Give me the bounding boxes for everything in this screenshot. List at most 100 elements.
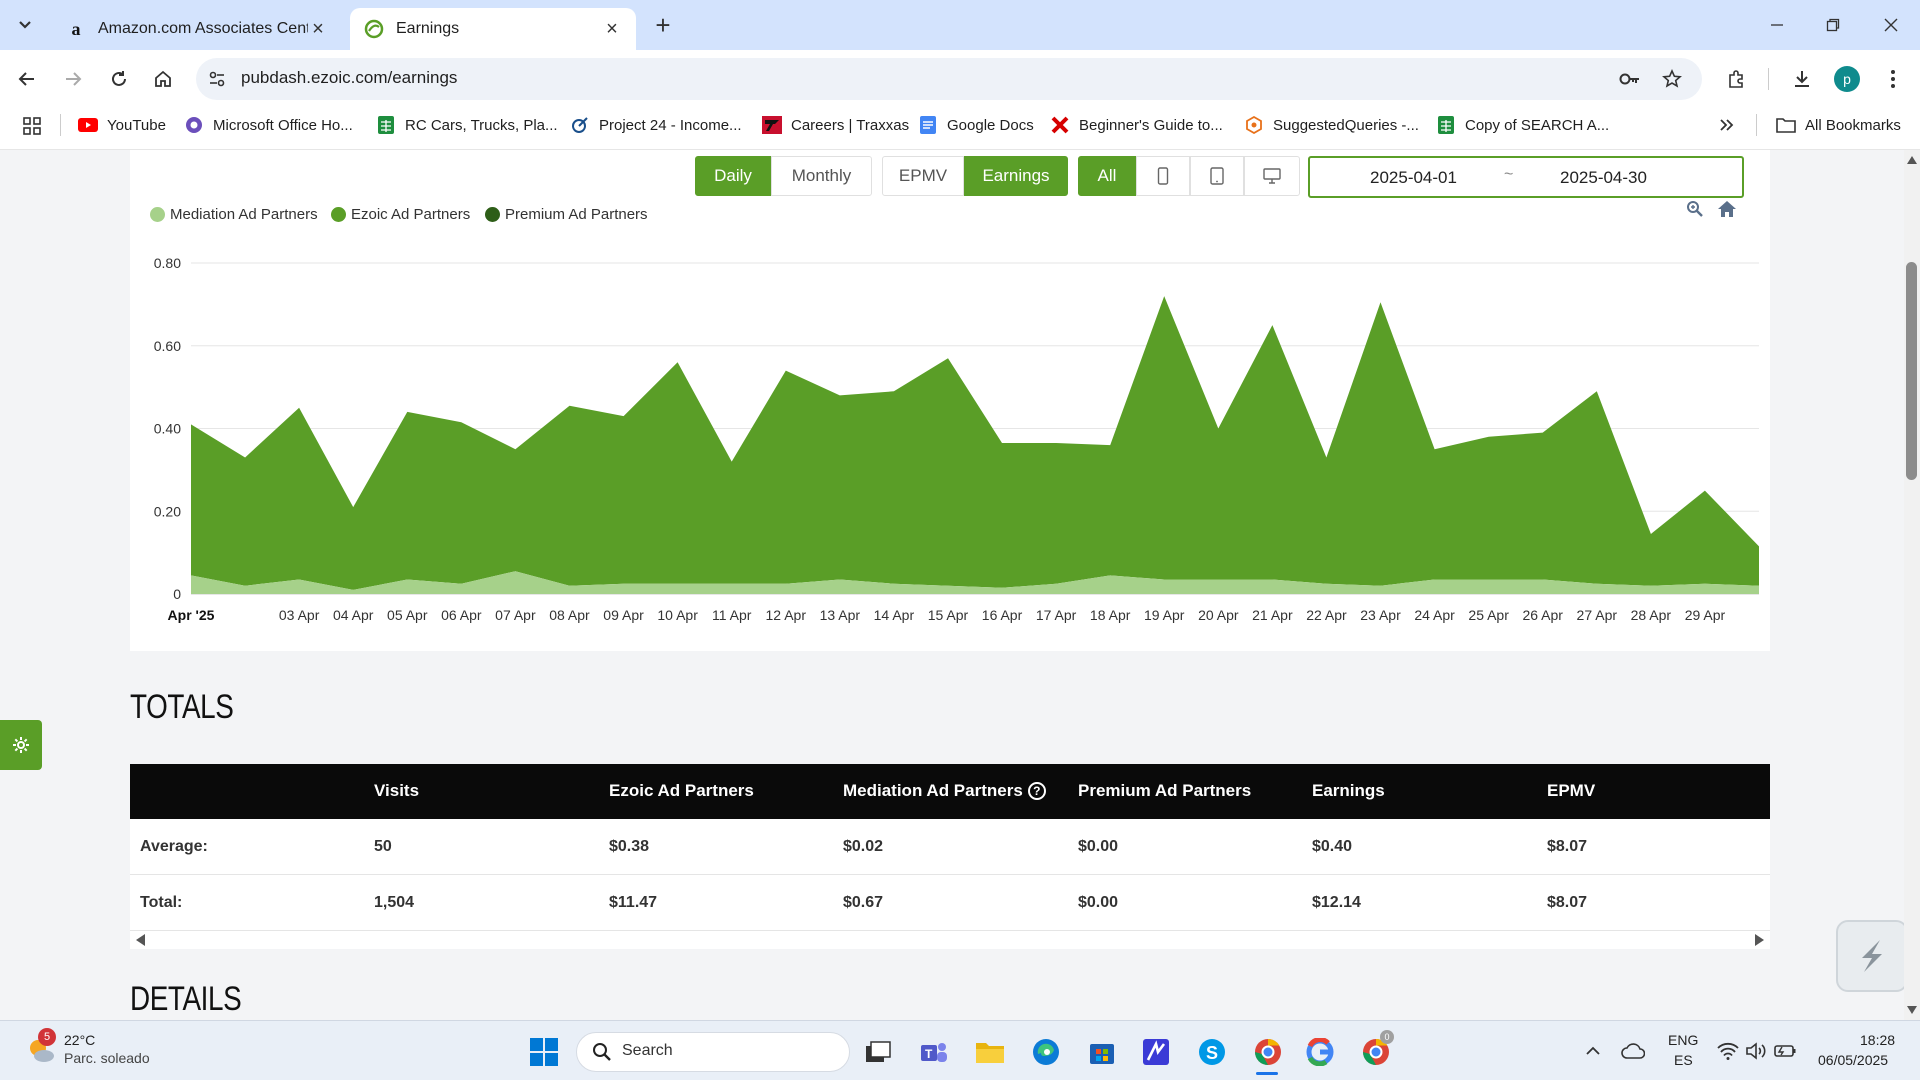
scrollbar-thumb[interactable] [1906,262,1917,480]
table-horizontal-scrollbar[interactable] [130,931,1770,949]
sheets-icon [376,115,396,135]
desktop-icon [1263,168,1281,184]
clock-date[interactable]: 06/05/2025 [1818,1052,1888,1068]
mobile-device-button[interactable] [1136,156,1190,196]
downloads-icon[interactable] [1788,66,1816,92]
chrome-profile-icon[interactable] [1250,1034,1286,1070]
bookmark-google-docs[interactable]: Google Docs [918,113,1034,137]
home-button[interactable] [148,64,178,94]
bookmark-label: Project 24 - Income... [599,116,742,134]
close-window-button[interactable] [1876,10,1906,40]
language-top[interactable]: ENG [1668,1032,1698,1048]
restore-button[interactable] [1818,10,1848,40]
desktop-device-button[interactable] [1244,156,1300,196]
tab-title: Amazon.com Associates Central [98,20,308,37]
y-tick-label: 0.60 [154,338,181,354]
clock-time[interactable]: 18:28 [1860,1032,1895,1048]
bookmark-rc-cars[interactable]: RC Cars, Trucks, Pla... [376,113,558,137]
cell-visits: 1,504 [374,894,415,911]
help-question-icon[interactable]: ? [1027,782,1046,800]
bookmarks-divider [1756,114,1757,136]
start-windows-icon[interactable] [526,1034,562,1070]
x-tick-label: 21 Apr [1252,607,1293,623]
back-button[interactable] [12,64,42,94]
bookmarks-overflow-icon[interactable] [1716,114,1738,136]
scroll-down-arrow-icon[interactable] [1906,1004,1918,1016]
teams-icon[interactable]: T [918,1036,950,1068]
page-content: Daily Monthly EPMV Earnings All 2025-04-… [0,150,1904,1020]
profile-avatar[interactable]: p [1834,66,1860,92]
docs-icon [918,115,938,135]
date-start[interactable]: 2025-04-01 [1370,168,1457,188]
close-icon[interactable]: × [308,18,328,40]
tab-amazon-associates[interactable]: a Amazon.com Associates Central × [52,8,342,50]
google-icon[interactable] [1304,1036,1336,1068]
bookmark-project-24[interactable]: Project 24 - Income... [570,113,742,137]
wifi-icon[interactable] [1716,1040,1740,1062]
monthly-button[interactable]: Monthly [771,156,872,196]
forward-button[interactable] [58,64,88,94]
battery-icon[interactable] [1772,1040,1798,1062]
microsoft-store-icon[interactable] [1086,1036,1118,1068]
home-icon [155,70,171,87]
all-bookmarks[interactable]: All Bookmarks [1776,113,1901,137]
bookmark-label: SuggestedQueries -... [1273,116,1419,134]
bookmark-copy-of-search[interactable]: Copy of SEARCH A... [1436,113,1609,137]
scroll-up-arrow-icon[interactable] [1906,154,1918,166]
bookmark-youtube[interactable]: YouTube [78,113,166,137]
url-text[interactable]: pubdash.ezoic.com/earnings [241,68,457,88]
date-end[interactable]: 2025-04-30 [1560,168,1647,188]
epmv-button[interactable]: EPMV [882,156,964,196]
power-automate-icon[interactable] [1140,1036,1172,1068]
bookmark-traxxas[interactable]: Careers | Traxxas [762,113,909,137]
bookmark-star-icon[interactable] [1658,66,1686,92]
task-view-icon[interactable] [862,1036,894,1068]
gear-icon [13,737,29,753]
cell-mediation: $0.67 [843,894,884,911]
x-tick-label: 03 Apr [279,607,320,623]
show-hidden-icons-chevron[interactable] [1582,1040,1604,1062]
daily-button[interactable]: Daily [695,156,771,196]
language-bottom[interactable]: ES [1674,1052,1693,1068]
bookmark-office[interactable]: Microsoft Office Ho... [184,113,353,137]
taskbar-search-box[interactable] [576,1032,850,1072]
floating-extension-button[interactable] [1836,920,1904,992]
y-tick-label: 0.40 [154,421,181,437]
new-tab-button[interactable]: + [650,10,676,40]
close-icon[interactable]: × [602,18,622,40]
settings-floating-button[interactable] [0,720,42,770]
minimize-button[interactable] [1762,10,1792,40]
arrow-right-icon [66,72,82,86]
volume-icon[interactable] [1744,1040,1768,1062]
taskbar-search-placeholder[interactable]: Search [622,1042,673,1060]
scroll-left-arrow-icon[interactable] [134,933,148,947]
reset-zoom-home-icon[interactable] [1716,198,1738,220]
tab-earnings[interactable]: Earnings × [350,8,636,50]
extensions-icon[interactable] [1722,66,1750,92]
bookmark-suggestedqueries[interactable]: SuggestedQueries -... [1244,113,1419,137]
edge-browser-icon[interactable] [1030,1036,1062,1068]
x-tick-label: 25 Apr [1468,607,1509,623]
onedrive-cloud-icon[interactable] [1620,1040,1646,1062]
bookmark-label: Copy of SEARCH A... [1465,116,1610,134]
bookmark-label: RC Cars, Trucks, Pla... [405,116,558,134]
reload-button[interactable] [104,64,134,94]
scroll-right-arrow-icon[interactable] [1752,933,1766,947]
area-series-ezoic-ad-partners[interactable] [191,296,1759,590]
all-devices-button[interactable]: All [1078,156,1136,196]
more-menu-icon[interactable] [1880,66,1906,92]
site-info-icon[interactable] [204,66,230,92]
y-tick-label: 0.20 [154,503,181,519]
password-key-icon[interactable] [1616,66,1644,92]
tablet-device-button[interactable] [1190,156,1244,196]
bookmark-beginners-guide[interactable]: Beginner's Guide to... [1050,113,1223,137]
apps-grid-icon[interactable] [20,114,44,138]
zoom-icon[interactable] [1684,198,1706,220]
skype-icon[interactable]: S [1196,1036,1228,1068]
tab-search-button[interactable] [10,12,40,38]
date-separator: ~ [1504,166,1514,183]
earnings-button[interactable]: Earnings [964,156,1068,196]
column-header-epmv: EPMV [1547,781,1596,800]
file-explorer-icon[interactable] [974,1036,1006,1068]
smartphone-icon [1157,167,1169,185]
